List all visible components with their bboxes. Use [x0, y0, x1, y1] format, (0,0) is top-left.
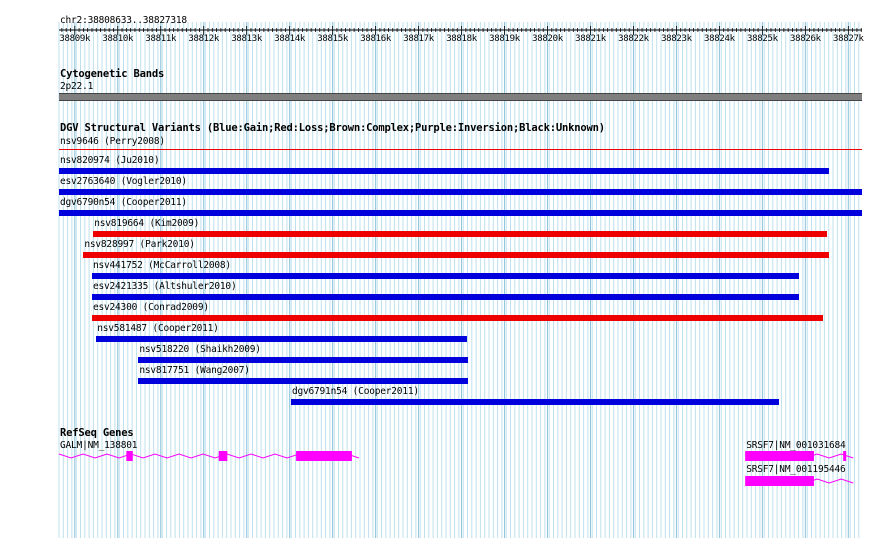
variant-bar[interactable] [83, 252, 829, 258]
variant-bar[interactable] [290, 399, 779, 405]
variant-label[interactable]: dgv6790n54 (Cooper2011) [60, 197, 187, 208]
ruler-tick-label: 38818k [446, 34, 477, 44]
refseq-track-title: RefSeq Genes [60, 427, 134, 439]
ruler-tick-label: 38823k [661, 34, 692, 44]
ruler-tick-label: 38816k [360, 34, 391, 44]
gene-model[interactable] [0, 474, 890, 488]
variant-bar[interactable] [138, 357, 468, 363]
variant-label[interactable]: nsv9646 (Perry2008) [60, 136, 165, 147]
ruler-tick-label: 38825k [747, 34, 778, 44]
gene-exon [745, 476, 814, 486]
gene-exon [745, 451, 814, 461]
ruler-tick-label: 38827k [832, 34, 864, 44]
variant-bar[interactable] [59, 189, 862, 195]
variant-bar[interactable] [91, 315, 823, 321]
variant-label[interactable]: esv2763640 (Vogler2010) [60, 176, 187, 187]
ruler-tick-label: 38810k [102, 34, 134, 44]
variant-bar[interactable] [59, 149, 862, 150]
ruler-tick-label: 38811k [145, 34, 177, 44]
variant-label[interactable]: esv2421335 (Altshuler2010) [93, 281, 237, 292]
variant-label[interactable]: nsv441752 (McCarroll2008) [93, 260, 231, 271]
ruler-tick-label: 38819k [489, 34, 520, 44]
gene-model[interactable] [0, 449, 890, 463]
variant-label[interactable]: nsv819664 (Kim2009) [94, 218, 199, 229]
cytoband-track-title: Cytogenetic Bands [60, 68, 165, 80]
variant-bar[interactable] [91, 294, 799, 300]
variant-bar[interactable] [59, 210, 862, 216]
ruler-tick-label: 38812k [188, 34, 220, 44]
variant-label[interactable]: nsv817751 (Wang2007) [139, 365, 250, 376]
variant-label[interactable]: nsv518220 (Shaikh2009) [139, 344, 261, 355]
ruler-tick-label: 38815k [317, 34, 348, 44]
variant-bar[interactable] [138, 378, 468, 384]
gene-exon [843, 451, 847, 461]
variant-label[interactable]: esv24300 (Conrad2009) [93, 302, 209, 313]
variant-bar[interactable] [59, 168, 829, 174]
ruler-tick-label: 38820k [532, 34, 563, 44]
variant-bar[interactable] [93, 231, 827, 237]
ruler-tick-label: 38826k [789, 34, 821, 44]
variant-bar[interactable] [96, 336, 468, 342]
variant-label[interactable]: nsv820974 (Ju2010) [60, 155, 160, 166]
ruler-tick-label: 38822k [618, 34, 649, 44]
ruler-tick-label: 38814k [274, 34, 305, 44]
variant-label[interactable]: nsv828997 (Park2010) [84, 239, 195, 250]
genome-browser-view: chr2:38808633..38827318 38809k 38810k 3881… [0, 0, 890, 538]
ruler-tick-label: 38813k [231, 34, 263, 44]
variant-label[interactable]: nsv581487 (Cooper2011) [97, 323, 219, 334]
variant-bar[interactable] [91, 273, 799, 279]
ruler-tick-label: 38809k [59, 34, 91, 44]
variant-label[interactable]: dgv6791n54 (Cooper2011) [292, 386, 419, 397]
cytoband-label: 2p22.1 [60, 81, 94, 92]
ruler-tick-label: 38821k [575, 34, 606, 44]
ruler-tick-label: 38817k [403, 34, 434, 44]
ruler-tick-label: 38824k [704, 34, 735, 44]
cytoband-bar[interactable] [59, 93, 862, 101]
dgv-track-title: DGV Structural Variants (Blue:Gain;Red:L… [60, 122, 605, 134]
